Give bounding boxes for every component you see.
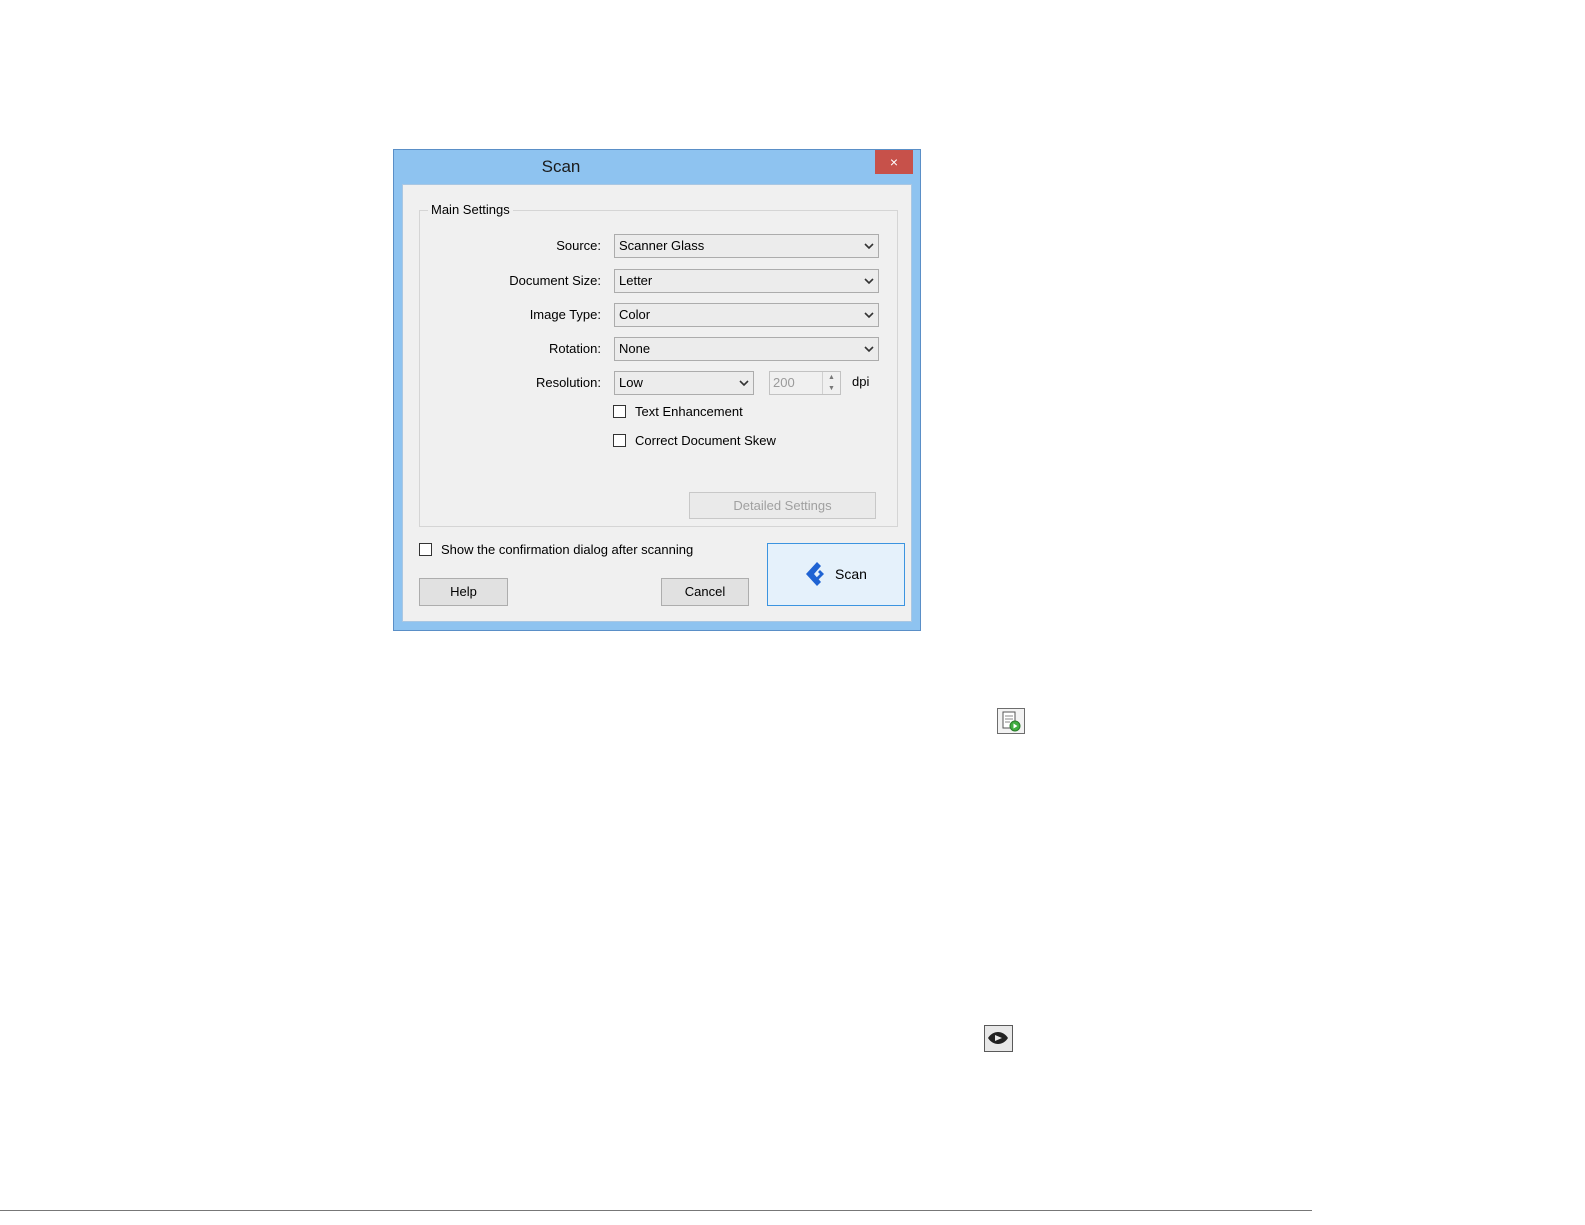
rotation-label: Rotation: xyxy=(548,341,601,356)
scan-arrow-icon xyxy=(984,1025,1013,1052)
confirm-dialog-label: Show the confirmation dialog after scann… xyxy=(441,542,694,557)
scan-arrow-icon-graphic xyxy=(988,1032,1008,1044)
rotation-select[interactable]: None xyxy=(614,337,879,361)
dpi-unit-label: dpi xyxy=(852,374,870,389)
main-settings-title: Main Settings xyxy=(428,202,513,217)
help-button[interactable]: Help xyxy=(419,578,508,606)
page-divider xyxy=(0,1210,1312,1211)
document-scan-icon xyxy=(997,708,1025,734)
image-type-select[interactable]: Color xyxy=(614,303,879,327)
text-enhancement-checkbox[interactable] xyxy=(613,405,626,418)
image-type-value: Color xyxy=(619,307,651,322)
scan-button-label: Scan xyxy=(835,566,867,582)
resolution-select[interactable]: Low xyxy=(614,371,754,395)
window-title: Scan xyxy=(541,157,581,176)
spin-down-icon[interactable]: ▼ xyxy=(823,383,840,394)
spin-up-icon[interactable]: ▲ xyxy=(823,372,840,383)
correct-skew-checkbox[interactable] xyxy=(613,434,626,447)
chevron-down-icon xyxy=(739,380,749,387)
chevron-down-icon xyxy=(864,243,874,250)
main-settings-group: Main Settings Source: Scanner Glass Docu… xyxy=(419,202,898,527)
document-scan-icon-graphic xyxy=(1002,711,1021,732)
chevron-down-icon xyxy=(864,278,874,285)
document-size-value: Letter xyxy=(619,273,653,288)
scan-logo-icon xyxy=(806,562,824,586)
rotation-value: None xyxy=(619,341,651,356)
detailed-settings-button[interactable]: Detailed Settings xyxy=(689,492,876,519)
source-label: Source: xyxy=(556,238,601,253)
text-enhancement-label: Text Enhancement xyxy=(635,404,743,419)
document-size-select[interactable]: Letter xyxy=(614,269,879,293)
image-type-label: Image Type: xyxy=(529,307,601,322)
source-select[interactable]: Scanner Glass xyxy=(614,234,879,258)
confirm-dialog-checkbox[interactable] xyxy=(419,543,432,556)
close-button[interactable]: × xyxy=(875,150,913,174)
spinner-arrows[interactable]: ▲ ▼ xyxy=(822,372,840,394)
dpi-value: 200 xyxy=(773,375,795,390)
chevron-down-icon xyxy=(864,346,874,353)
chevron-down-icon xyxy=(864,312,874,319)
source-value: Scanner Glass xyxy=(619,238,705,253)
dpi-spinner[interactable]: 200 ▲ ▼ xyxy=(769,371,841,395)
resolution-label: Resolution: xyxy=(535,375,601,390)
document-size-label: Document Size: xyxy=(509,273,601,288)
title-bar[interactable]: Scan × xyxy=(394,150,920,184)
resolution-value: Low xyxy=(619,375,643,390)
dialog-client-area: Main Settings Source: Scanner Glass Docu… xyxy=(402,184,912,622)
close-icon: × xyxy=(889,154,899,170)
cancel-button[interactable]: Cancel xyxy=(661,578,749,606)
correct-skew-label: Correct Document Skew xyxy=(635,433,776,448)
scan-button[interactable]: Scan xyxy=(767,543,905,606)
scan-dialog: Scan × Main Settings Source: Scanner Gla… xyxy=(393,149,921,631)
